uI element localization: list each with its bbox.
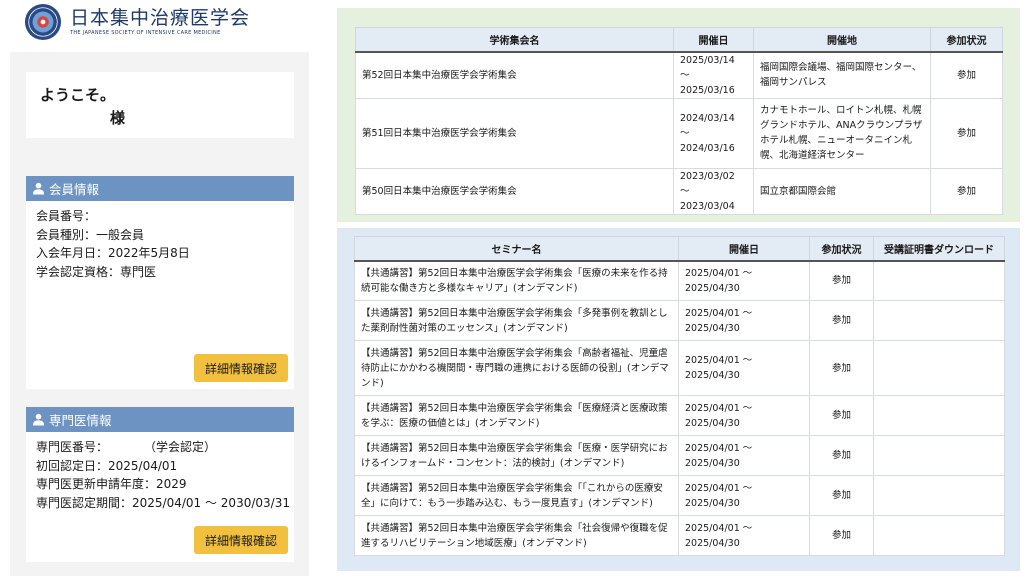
congress-status: 参加 [930,51,1003,99]
specialist-renewal-year: 専門医更新申請年度：2029 [36,477,187,491]
table-row: 【共通講習】第52回日本集中治療医学会学術集会「社会復帰や復職を促進するリハビリ… [354,515,1005,556]
table-row: 第50回日本集中治療医学会学術集会 2023/03/02 〜 2023/03/0… [355,167,1003,215]
specialist-info-header: 専門医情報 [26,407,294,432]
table-row: 【共通講習】第52回日本集中治療医学会学術集会「「これからの医療安全」に向けて：… [354,475,1005,516]
congress-venue: 福岡国際会議場、福岡国際センター、福岡サンパレス [753,51,931,99]
seminar-date: 2025/04/01 〜 2025/04/30 [678,340,810,396]
society-name-en: THE JAPANESE SOCIETY OF INTENSIVE CARE M… [70,30,221,36]
society-logo[interactable]: 日本集中治療医学会 THE JAPANESE SOCIETY OF INTENS… [24,2,250,42]
column-header-congress-name: 学術集会名 [355,27,674,53]
member-sidebar: ようこそ。 様 会員情報 会員番号： 会員種別：一般会員 入会年月日：2022年… [10,52,309,576]
table-row: 【共通講習】第52回日本集中治療医学会学術集会「高齢者福祉、児童虐待防止にかかわ… [354,340,1005,396]
seminar-name: 【共通講習】第52回日本集中治療医学会学術集会「「これからの医療安全」に向けて：… [354,475,679,516]
column-header-certificate-download: 受講証明書ダウンロード [873,236,1005,262]
congress-status: 参加 [930,97,1003,169]
table-row: 【共通講習】第52回日本集中治療医学会学術集会「医療・医学研究におけるインフォー… [354,435,1005,476]
column-header-date: 開催日 [673,27,754,53]
congress-venue: カナモトホール、ロイトン札幌、札幌グランドホテル、ANAクラウンプラザホテル札幌… [753,97,931,169]
table-row: 【共通講習】第52回日本集中治療医学会学術集会「医療の未来を作る持続可能な働き方… [354,260,1005,301]
certificate-download-cell [873,395,1005,436]
specialist-info-title: 専門医情報 [49,413,112,428]
seminar-status: 参加 [809,435,874,476]
table-row: 第52回日本集中治療医学会学術集会 2025/03/14 〜 2025/03/1… [355,51,1003,99]
member-info-header: 会員情報 [26,176,294,201]
seminar-status: 参加 [809,260,874,301]
welcome-greeting: ようこそ。 [40,86,116,104]
specialist-first-cert-date: 初回認定日：2025/04/01 [36,458,178,473]
seminar-name: 【共通講習】第52回日本集中治療医学会学術集会「医療の未来を作る持続可能な働き方… [354,260,679,301]
person-icon [32,413,45,426]
table-row: 第51回日本集中治療医学会学術集会 2024/03/14 〜 2024/03/1… [355,97,1003,169]
seminar-date: 2025/04/01 〜 2025/04/30 [678,515,810,556]
certificate-download-cell [873,475,1005,516]
society-seal-icon [24,3,62,41]
certificate-download-cell [873,340,1005,396]
seminar-name: 【共通講習】第52回日本集中治療医学会学術集会「医療経済と医療政策を学ぶ：医療の… [354,395,679,436]
congress-table: 学術集会名 開催日 開催地 参加状況 第52回日本集中治療医学会学術集会 202… [355,27,1003,215]
table-row: 【共通講習】第52回日本集中治療医学会学術集会「医療経済と医療政策を学ぶ：医療の… [354,395,1005,436]
certificate-download-cell [873,300,1005,341]
member-joined-date: 入会年月日：2022年5月8日 [36,246,190,260]
specialist-info-card: 専門医情報 専門医番号： （学会認定） 初回認定日：2025/04/01 専門医… [26,407,294,562]
specialist-detail-button[interactable]: 詳細情報確認 [194,526,288,554]
seminar-name: 【共通講習】第52回日本集中治療医学会学術集会「高齢者福祉、児童虐待防止にかかわ… [354,340,679,396]
seminar-status: 参加 [809,475,874,516]
seminar-date: 2025/04/01 〜 2025/04/30 [678,475,810,516]
seminar-panel: セミナー名 開催日 参加状況 受講証明書ダウンロード 【共通講習】第52回日本集… [337,228,1020,571]
column-header-date: 開催日 [678,236,810,262]
congress-name: 第50回日本集中治療医学会学術集会 [355,167,674,215]
table-header-row: 学術集会名 開催日 開催地 参加状況 [355,27,1003,53]
congress-date: 2025/03/14 〜 2025/03/16 [673,51,754,99]
table-row: 【共通講習】第52回日本集中治療医学会学術集会「多発事例を教訓とした薬剤耐性菌対… [354,300,1005,341]
member-qualification: 学会認定資格：専門医 [36,264,157,279]
seminar-status: 参加 [809,515,874,556]
certificate-download-cell [873,515,1005,556]
certificate-download-cell [873,260,1005,301]
seminar-date: 2025/04/01 〜 2025/04/30 [678,395,810,436]
congress-venue: 国立京都国際会館 [753,167,931,215]
welcome-honorific: 様 [110,109,126,127]
seminar-status: 参加 [809,340,874,396]
table-header-row: セミナー名 開催日 参加状況 受講証明書ダウンロード [354,236,1005,262]
seminar-date: 2025/04/01 〜 2025/04/30 [678,260,810,301]
congress-name: 第51回日本集中治療医学会学術集会 [355,97,674,169]
congress-date: 2023/03/02 〜 2023/03/04 [673,167,754,215]
seminar-table: セミナー名 開催日 参加状況 受講証明書ダウンロード 【共通講習】第52回日本集… [354,236,1005,556]
specialist-cert-period: 専門医認定期間：2025/04/01 〜 2030/03/31 [36,495,290,510]
congress-date: 2024/03/14 〜 2024/03/16 [673,97,754,169]
seminar-date: 2025/04/01 〜 2025/04/30 [678,435,810,476]
member-type: 会員種別：一般会員 [36,227,145,242]
member-info-card: 会員情報 会員番号： 会員種別：一般会員 入会年月日：2022年5月8日 学会認… [26,176,294,389]
person-icon [32,182,45,195]
member-detail-button[interactable]: 詳細情報確認 [194,354,288,382]
specialist-number: 専門医番号： （学会認定） [36,440,217,454]
congress-panel: 学術集会名 開催日 開催地 参加状況 第52回日本集中治療医学会学術集会 202… [337,8,1020,222]
seminar-status: 参加 [809,395,874,436]
seminar-name: 【共通講習】第52回日本集中治療医学会学術集会「多発事例を教訓とした薬剤耐性菌対… [354,300,679,341]
society-name-jp: 日本集中治療医学会 [70,7,251,29]
congress-status: 参加 [930,167,1003,215]
column-header-seminar-name: セミナー名 [354,236,679,262]
column-header-venue: 開催地 [753,27,931,53]
seminar-status: 参加 [809,300,874,341]
certificate-download-cell [873,435,1005,476]
seminar-name: 【共通講習】第52回日本集中治療医学会学術集会「社会復帰や復職を促進するリハビリ… [354,515,679,556]
congress-name: 第52回日本集中治療医学会学術集会 [355,51,674,99]
seminar-date: 2025/04/01 〜 2025/04/30 [678,300,810,341]
welcome-box: ようこそ。 様 [26,72,294,138]
seminar-name: 【共通講習】第52回日本集中治療医学会学術集会「医療・医学研究におけるインフォー… [354,435,679,476]
column-header-status: 参加状況 [809,236,874,262]
column-header-status: 参加状況 [930,27,1003,53]
member-info-title: 会員情報 [49,182,100,197]
member-number: 会員番号： [36,209,97,223]
